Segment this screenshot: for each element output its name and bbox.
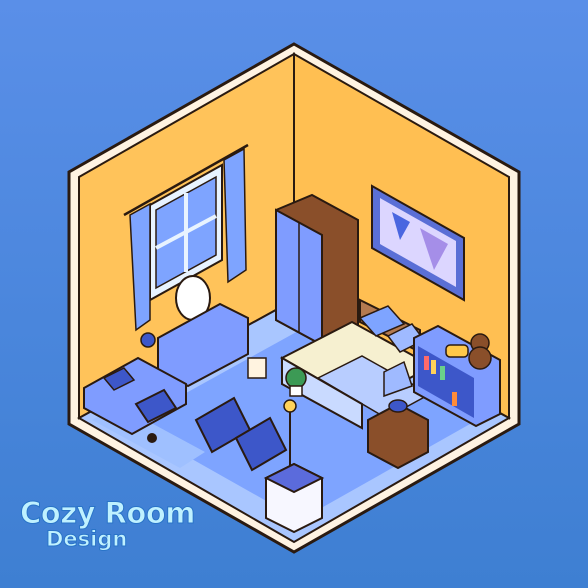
logo-subtitle: Design: [45, 527, 128, 552]
brand-logo: Cozy Room Design: [20, 496, 196, 560]
logo-title: Cozy Room: [20, 496, 196, 531]
side-cabinet-icon: [263, 462, 325, 534]
toy-car-icon: [445, 344, 469, 358]
wardrobe-icon: [275, 193, 359, 347]
desk-lamp-icon: [140, 332, 156, 348]
teddy-bear-icon: [468, 333, 492, 370]
photo-frame-icon: [247, 357, 267, 379]
